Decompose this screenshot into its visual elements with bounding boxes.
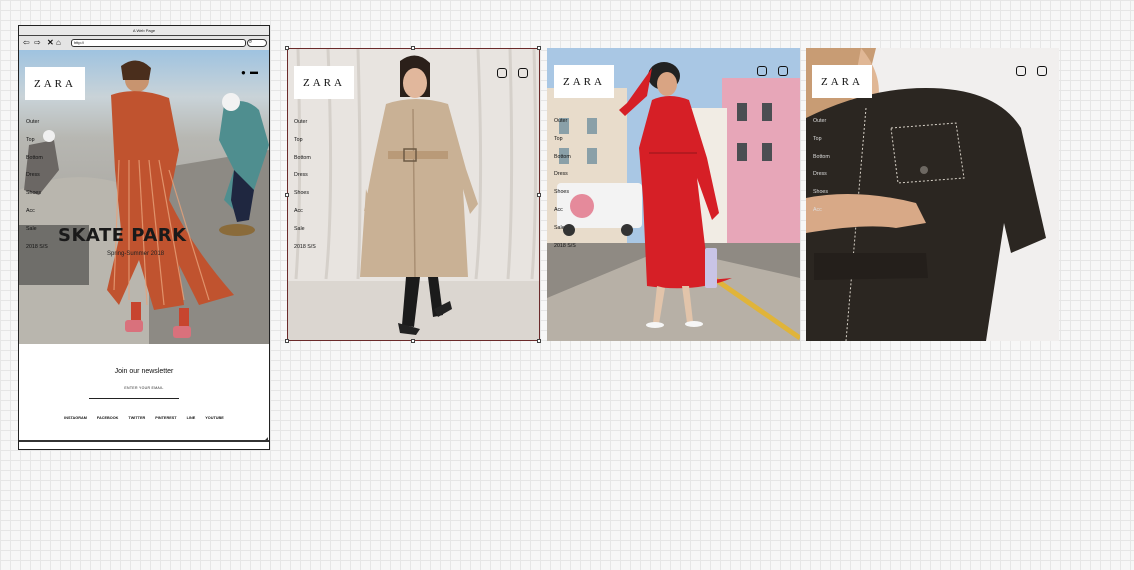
menu-item-bottom[interactable]: Bottom [294,155,316,173]
menu-item-dress[interactable]: Dress [294,172,316,190]
selection-handle[interactable] [537,339,541,343]
category-menu: Outer Top Bottom Dress Shoes Acc [813,118,830,225]
resize-handle-icon[interactable]: ◢ [263,437,268,443]
brand-logo[interactable]: ZARA [812,65,872,98]
search-field[interactable]: ⌕ [247,39,267,47]
selection-handle[interactable] [411,339,415,343]
menu-item-outer[interactable]: Outer [294,119,316,137]
category-menu: Outer Top Bottom Dress Shoes Acc Sale 20… [26,119,48,261]
cart-icon[interactable] [778,66,788,76]
menu-item-acc[interactable]: Acc [294,208,316,226]
menu-item-top[interactable]: Top [294,137,316,155]
home-icon[interactable]: ⌂ [56,39,61,47]
close-icon[interactable]: ✕ [47,39,54,47]
menu-item-shoes[interactable]: Shoes [554,189,576,207]
menu-item-outer[interactable]: Outer [813,118,830,136]
hero-subline: Spring-Summer 2018 [107,251,165,257]
menu-item-season[interactable]: 2018 S/S [294,244,316,262]
brand-logo[interactable]: ZARA [554,65,614,98]
newsletter-section: Join our newsletter ENTER YOUR EMAIL INS… [19,344,269,444]
selection-handle[interactable] [537,193,541,197]
email-input-underline[interactable] [89,398,179,399]
brand-logo[interactable]: ZARA [25,67,85,100]
user-icon[interactable] [1016,66,1026,76]
cart-icon[interactable]: ▬ [250,67,258,76]
selection-handle[interactable] [285,339,289,343]
browser-toolbar: ⇦ ⇨ ✕ ⌂ http:// ⌕ [19,36,269,51]
user-icon[interactable]: ● [241,68,246,77]
menu-item-season[interactable]: 2018 S/S [26,244,48,262]
social-pinterest-link[interactable]: PINTEREST [155,416,176,420]
menu-item-shoes[interactable]: Shoes [813,189,830,207]
menu-item-top[interactable]: Top [813,136,830,154]
menu-item-dress[interactable]: Dress [813,171,830,189]
menu-item-shoes[interactable]: Shoes [26,190,48,208]
category-menu: Outer Top Bottom Dress Shoes Acc Sale 20… [294,119,316,261]
social-line-link[interactable]: LINE [187,416,196,420]
url-field[interactable]: http:// [71,39,246,47]
panel-black-jumpsuit[interactable]: ZARA Outer Top Bottom Dress Shoes Acc [806,48,1059,341]
hero-banner: ZARA ● ▬ Outer Top Bottom Dress Shoes Ac… [19,50,269,344]
selection-handle[interactable] [285,46,289,50]
menu-item-bottom[interactable]: Bottom [813,154,830,172]
selection-handle[interactable] [537,46,541,50]
newsletter-title: Join our newsletter [114,368,174,375]
panel-trench-coat[interactable]: ZARA Outer Top Bottom Dress Shoes Acc Sa… [287,48,540,341]
social-facebook-link[interactable]: FACEBOOK [97,416,119,420]
hero-headline: SKATE PARK [58,225,187,246]
user-icon[interactable] [757,66,767,76]
panel-red-dress[interactable]: ZARA Outer Top Bottom Dress Shoes Acc Sa… [547,48,800,341]
menu-item-acc[interactable]: Acc [554,207,576,225]
menu-item-sale[interactable]: Sale [294,226,316,244]
menu-item-dress[interactable]: Dress [554,171,576,189]
social-twitter-link[interactable]: TWITTER [128,416,145,420]
user-icon[interactable] [497,68,507,78]
menu-item-bottom[interactable]: Bottom [26,155,48,173]
footer-divider [19,440,269,442]
menu-item-top[interactable]: Top [26,137,48,155]
selection-handle[interactable] [411,46,415,50]
window-title: A Web Page [19,26,269,36]
menu-item-outer[interactable]: Outer [554,118,576,136]
email-placeholder[interactable]: ENTER YOUR EMAIL [19,386,269,390]
menu-item-acc[interactable]: Acc [26,208,48,226]
cart-icon[interactable] [1037,66,1047,76]
selection-handle[interactable] [285,193,289,197]
back-arrow-icon[interactable]: ⇦ [23,39,30,47]
menu-item-bottom[interactable]: Bottom [554,154,576,172]
menu-item-acc[interactable]: Acc [813,207,830,225]
search-icon: ⌕ [249,39,253,45]
menu-item-top[interactable]: Top [554,136,576,154]
category-menu: Outer Top Bottom Dress Shoes Acc Sale 20… [554,118,576,260]
social-links: INSTAGRAM FACEBOOK TWITTER PINTEREST LIN… [19,416,269,420]
menu-item-season[interactable]: 2018 S/S [554,243,576,261]
menu-item-sale[interactable]: Sale [554,225,576,243]
menu-item-dress[interactable]: Dress [26,172,48,190]
forward-arrow-icon[interactable]: ⇨ [34,39,41,47]
cart-icon[interactable] [518,68,528,78]
menu-item-shoes[interactable]: Shoes [294,190,316,208]
menu-item-sale[interactable]: Sale [26,226,48,244]
menu-item-outer[interactable]: Outer [26,119,48,137]
brand-logo[interactable]: ZARA [294,66,354,99]
social-youtube-link[interactable]: YOUTUBE [205,416,224,420]
browser-window: A Web Page ⇦ ⇨ ✕ ⌂ http:// ⌕ ZARA ● ▬ Ou… [18,25,270,450]
social-instagram-link[interactable]: INSTAGRAM [64,416,87,420]
